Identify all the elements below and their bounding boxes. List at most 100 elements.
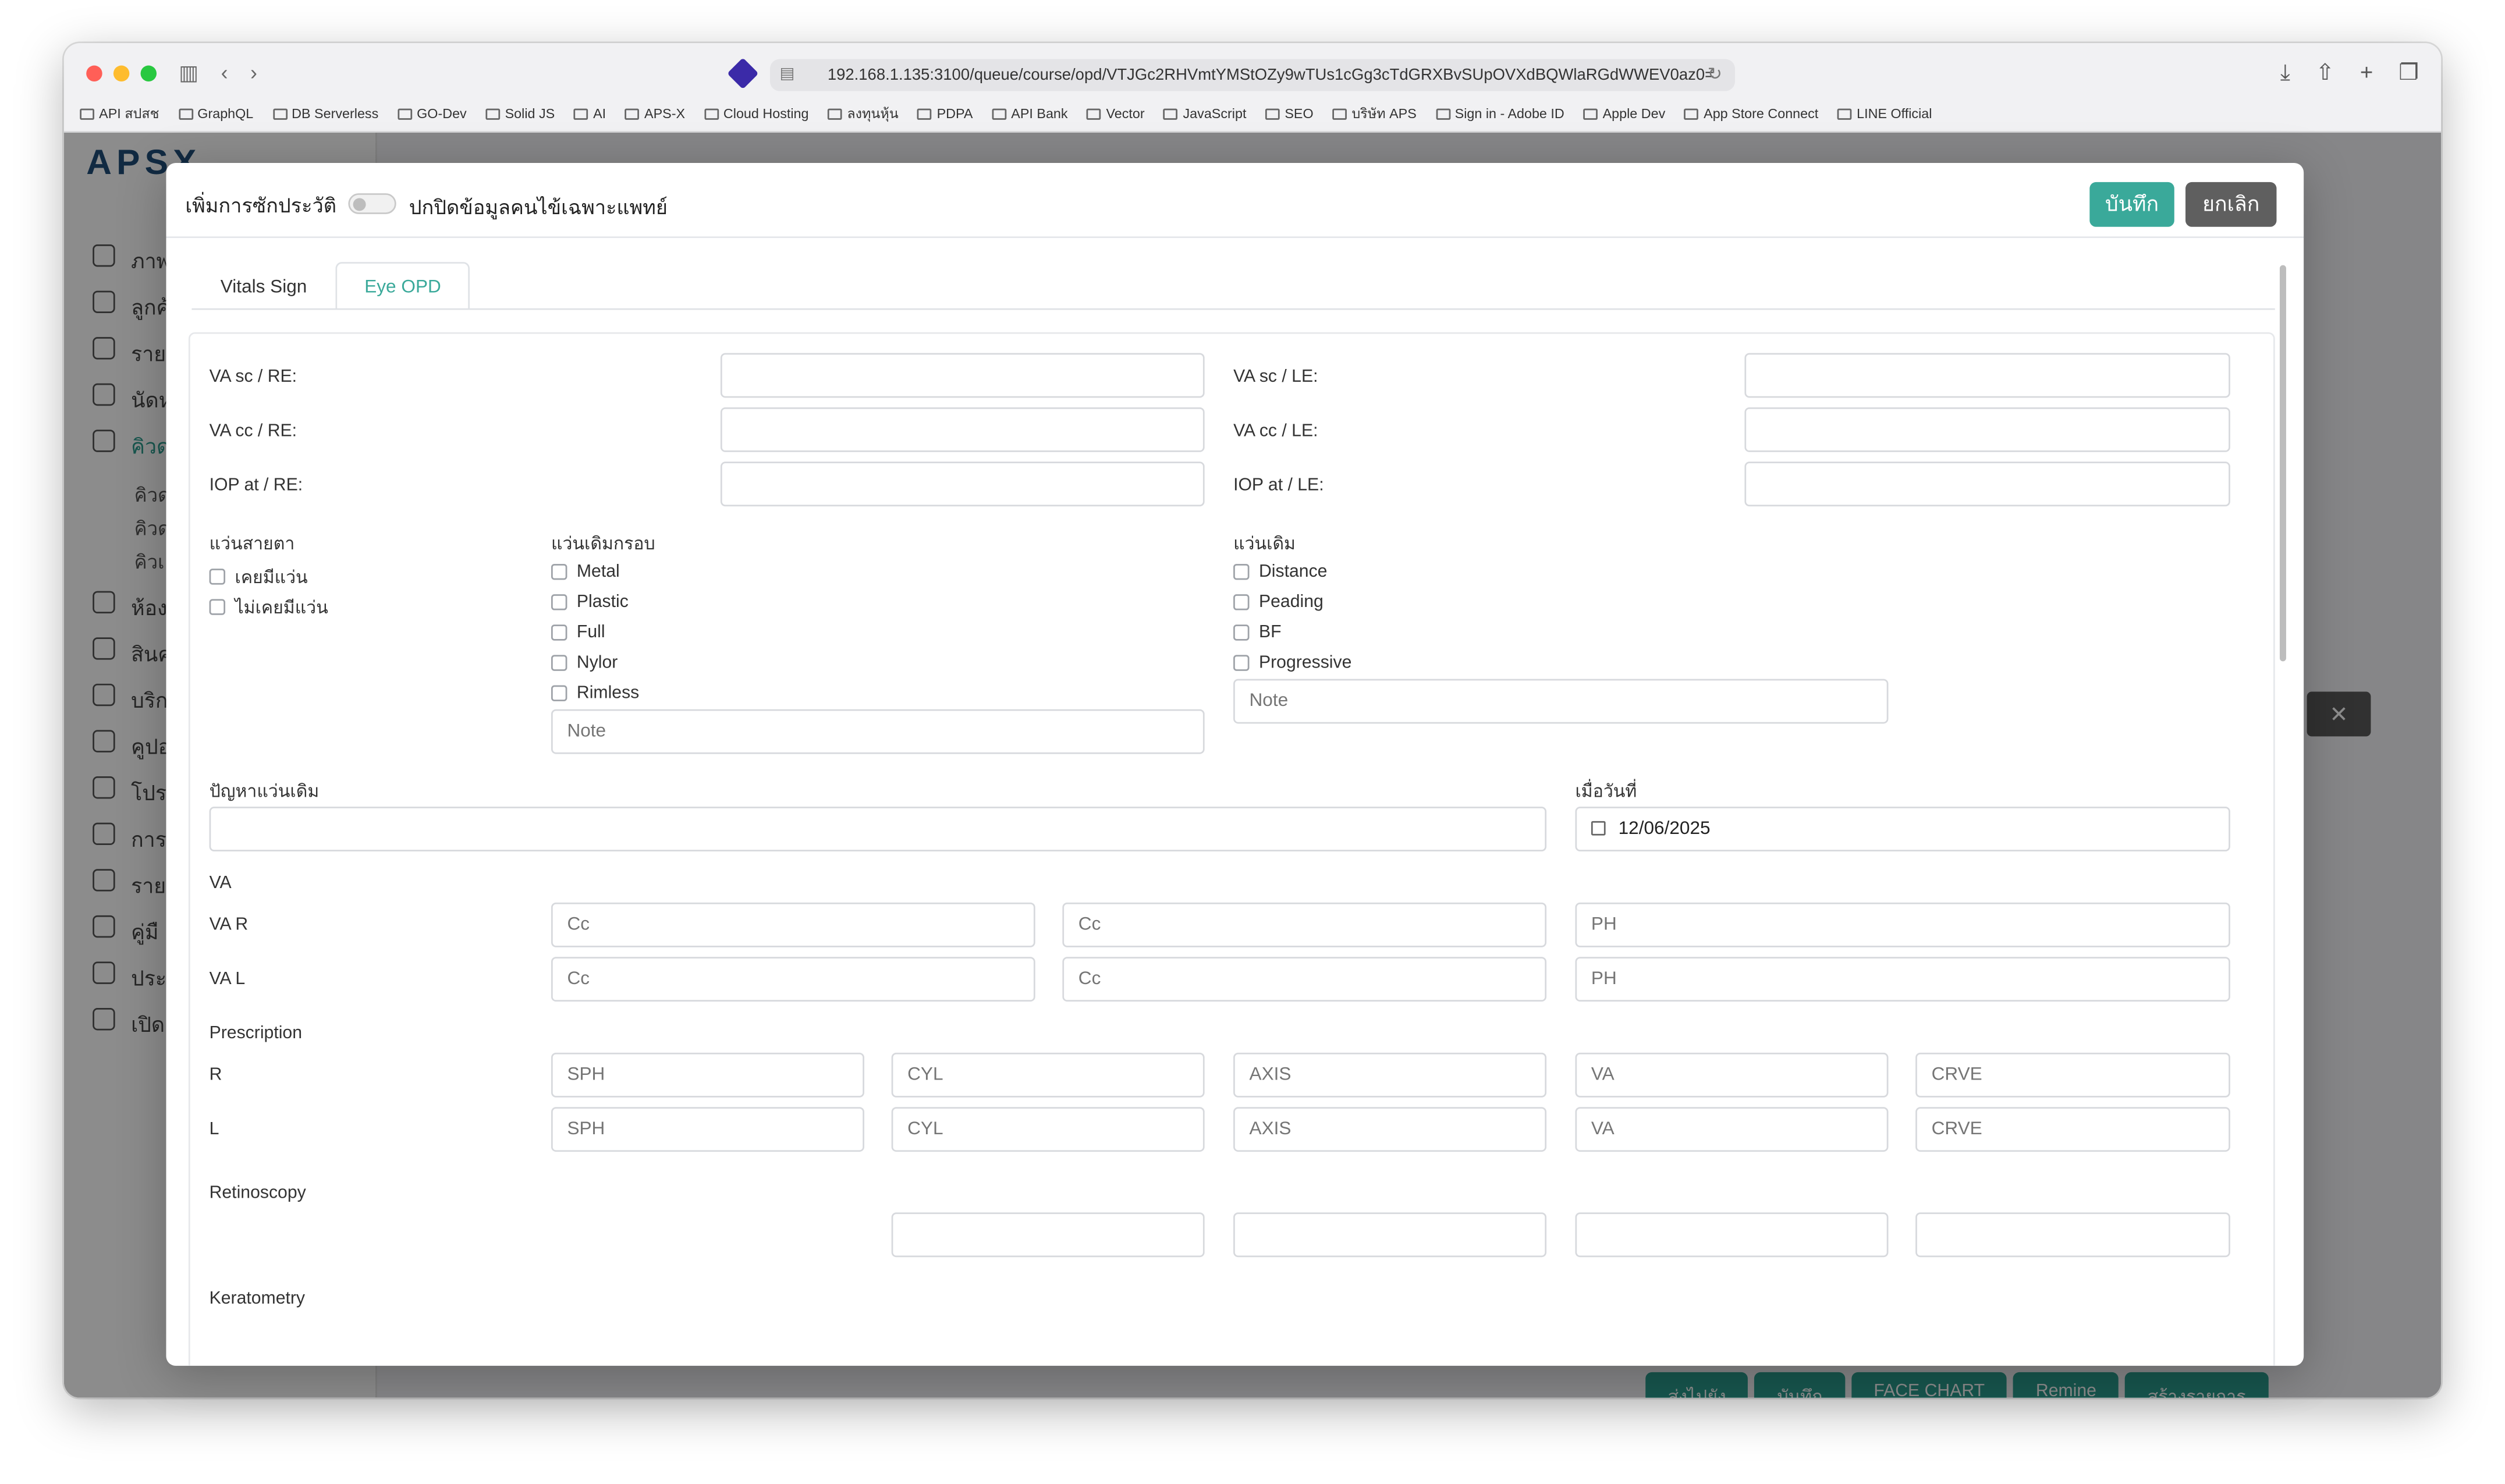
checkbox-box[interactable] (1233, 563, 1250, 580)
checkbox-box[interactable] (1233, 594, 1250, 610)
checkbox-bf[interactable]: BF (1233, 623, 1282, 642)
bookmark-item[interactable]: GO-Dev (398, 105, 467, 122)
maximize-window-button[interactable] (140, 65, 157, 81)
tab-overview-icon[interactable]: ❐ (2398, 59, 2418, 87)
va-cc-le-input[interactable] (1744, 407, 2230, 452)
page-settings-icon[interactable]: ▤ (780, 66, 795, 83)
close-window-button[interactable] (86, 65, 102, 81)
checkbox-nylor[interactable]: Nylor (551, 654, 618, 673)
checkbox-full[interactable]: Full (551, 623, 605, 642)
iop-re-input[interactable] (720, 461, 1205, 507)
checkbox-plastic[interactable]: Plastic (551, 592, 629, 612)
bookmark-item[interactable]: AI (574, 105, 606, 122)
tab-vitals-sign[interactable]: Vitals Sign (191, 262, 335, 310)
bookmark-item[interactable]: JavaScript (1163, 105, 1246, 122)
bookmark-item[interactable]: LINE Official (1837, 105, 1932, 122)
va-l-ph-input[interactable] (1575, 957, 2230, 1002)
va-l-cc-input-1[interactable] (551, 957, 1035, 1002)
va-sc-le-input[interactable] (1744, 353, 2230, 398)
bookmark-item[interactable]: PDPA (917, 105, 973, 122)
va-l-cc-input-2[interactable] (1062, 957, 1547, 1002)
va-sc-re-input[interactable] (720, 353, 1205, 398)
bookmark-label: PDPA (936, 105, 973, 122)
retinoscopy-input-2[interactable] (1233, 1212, 1547, 1258)
checkbox-distance[interactable]: Distance (1233, 562, 1327, 581)
glasses-group-title: แว่นสายตา (209, 535, 295, 555)
hide-patient-info-toggle[interactable] (348, 193, 396, 214)
download-icon[interactable]: ⤓ (2280, 59, 2290, 87)
problem-input[interactable] (209, 807, 1547, 852)
iop-le-label: IOP at / LE: (1233, 475, 1324, 495)
bookmark-item[interactable]: SEO (1265, 105, 1314, 122)
bookmark-item[interactable]: App Store Connect (1684, 105, 1818, 122)
frame-note-input[interactable] (551, 709, 1205, 754)
checkbox-box[interactable] (551, 624, 567, 641)
rx-r-sph-input[interactable] (551, 1052, 864, 1098)
checkbox-box[interactable] (1233, 655, 1250, 671)
share-icon[interactable]: ⇧ (2316, 59, 2334, 87)
iop-le-input[interactable] (1744, 461, 2230, 507)
checkbox-progressive[interactable]: Progressive (1233, 654, 1351, 673)
date-picker[interactable]: 12/06/2025 (1575, 807, 2230, 852)
rx-l-cyl-input[interactable] (891, 1107, 1205, 1152)
cancel-button[interactable]: ยกเลิก (2185, 182, 2277, 227)
retinoscopy-input-3[interactable] (1575, 1212, 1889, 1258)
bookmark-item[interactable]: APS-X (625, 105, 685, 122)
tab-eye-opd[interactable]: Eye OPD (335, 262, 470, 310)
va-cc-re-input[interactable] (720, 407, 1205, 452)
va-r-cc-input-2[interactable] (1062, 902, 1547, 947)
rx-l-crve-input[interactable] (1915, 1107, 2230, 1152)
bookmark-item[interactable]: DB Serverless (272, 105, 378, 122)
bookmark-label: API Bank (1011, 105, 1068, 122)
checkbox-box[interactable] (551, 685, 567, 702)
reload-icon[interactable]: ↻ (1708, 64, 1722, 85)
modal-scrollbar[interactable] (2279, 265, 2286, 662)
checkbox-rimless[interactable]: Rimless (551, 684, 639, 703)
rx-r-axis-input[interactable] (1233, 1052, 1547, 1098)
bookmark-item[interactable]: GraphQL (178, 105, 253, 122)
rx-r-va-input[interactable] (1575, 1052, 1889, 1098)
va-r-ph-input[interactable] (1575, 902, 2230, 947)
checkbox-never-had-glasses[interactable]: ไม่เคยมีแว่น (209, 592, 328, 621)
checkbox-box[interactable] (209, 569, 226, 585)
new-tab-icon[interactable]: + (2360, 59, 2373, 87)
checkbox-box[interactable] (209, 599, 226, 615)
checkbox-box[interactable] (1233, 624, 1250, 641)
save-button[interactable]: บันทึก (2089, 182, 2174, 227)
bookmark-item[interactable]: บริษัท APS (1332, 102, 1417, 125)
bookmark-item[interactable]: Vector (1087, 105, 1145, 122)
checkbox-peading[interactable]: Peading (1233, 592, 1324, 612)
checkbox-box[interactable] (551, 655, 567, 671)
bookmark-item[interactable]: API Bank (992, 105, 1068, 122)
minimize-window-button[interactable] (113, 65, 130, 81)
bookmark-item[interactable]: Cloud Hosting (704, 105, 808, 122)
toggle-label: ปกปิดข้อมูลคนไข้เฉพาะแพทย์ (409, 196, 668, 219)
retinoscopy-input-4[interactable] (1915, 1212, 2230, 1258)
folder-icon (1435, 108, 1450, 119)
bookmark-item[interactable]: Sign in - Adobe ID (1435, 105, 1564, 122)
address-bar[interactable]: ▤ 192.168.1.135:3100/queue/course/opd/VT… (770, 59, 1735, 91)
rx-r-cyl-input[interactable] (891, 1052, 1205, 1098)
folder-icon (828, 108, 843, 119)
checkbox-metal[interactable]: Metal (551, 562, 620, 581)
sidebar-toggle-icon[interactable]: ▥ (179, 61, 198, 86)
checkbox-box[interactable] (551, 594, 567, 610)
folder-icon (1332, 108, 1347, 119)
rx-r-crve-input[interactable] (1915, 1052, 2230, 1098)
checkbox-box[interactable] (551, 563, 567, 580)
rx-l-sph-input[interactable] (551, 1107, 864, 1152)
back-icon[interactable]: ‹ (221, 61, 228, 86)
old-glasses-note-input[interactable] (1233, 679, 1889, 724)
bookmark-item[interactable]: Solid JS (485, 105, 555, 122)
bookmark-item[interactable]: Apple Dev (1583, 105, 1665, 122)
prescription-label: Prescription (209, 1024, 303, 1043)
browser-toolbar: ▥ ‹ › ▤ 192.168.1.135:3100/queue/course/… (63, 43, 2442, 133)
bookmark-item[interactable]: API สปสช (80, 102, 159, 125)
retinoscopy-input-1[interactable] (891, 1212, 1205, 1258)
bookmark-item[interactable]: ลงทุนหุ้น (828, 102, 899, 125)
checkbox-had-glasses[interactable]: เคยมีแว่น (209, 562, 308, 591)
va-r-cc-input-1[interactable] (551, 902, 1035, 947)
forward-icon[interactable]: › (250, 61, 257, 86)
rx-l-axis-input[interactable] (1233, 1107, 1547, 1152)
rx-l-va-input[interactable] (1575, 1107, 1889, 1152)
